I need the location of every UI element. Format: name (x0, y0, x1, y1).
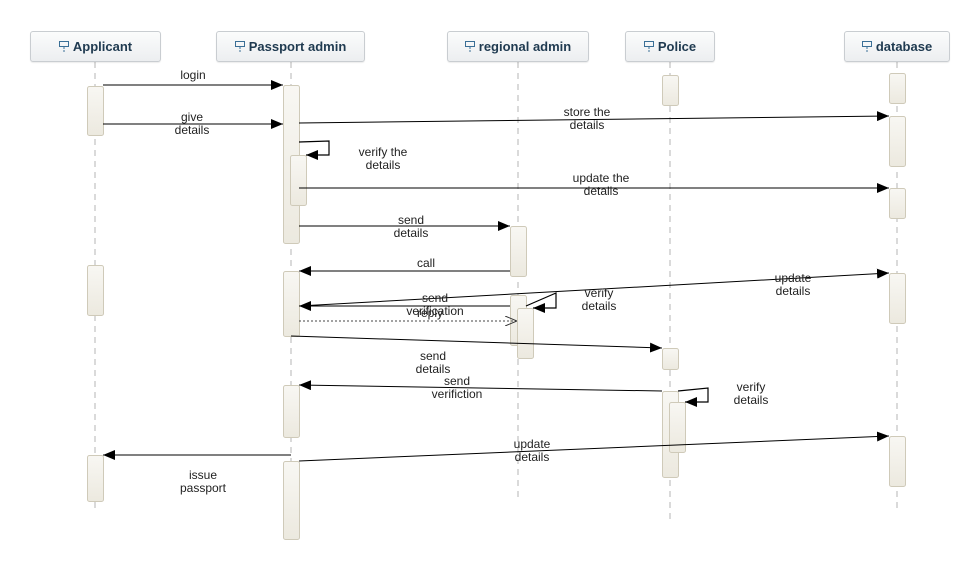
activation-bar-police (662, 348, 679, 370)
lifeline-icon (58, 40, 69, 53)
self-message-arrow-2 (677, 387, 709, 407)
message-label-verify-details-police: verify details (733, 380, 769, 407)
message-label-give-details: give details (174, 110, 210, 137)
message-label-send-details-regional: send details (393, 213, 429, 240)
message-label-issue-passport: issue passport (179, 468, 227, 495)
message-arrow-9 (290, 335, 663, 353)
activation-bar-database (889, 273, 906, 324)
self-message-arrow-1 (525, 292, 557, 313)
activation-bar-passport (283, 271, 300, 337)
activation-bar-regional (517, 308, 534, 359)
activation-bar-passport (283, 461, 300, 540)
lifeline-database[interactable]: database (844, 31, 950, 62)
activation-bar-applicant (87, 265, 104, 316)
message-label-store-details: store the details (563, 105, 611, 132)
message-label-update-the-details: update the details (572, 171, 630, 198)
sequence-diagram (87, 62, 906, 540)
message-label-verify-details-regional: verify details (581, 286, 617, 313)
lifeline-icon (464, 40, 475, 53)
activation-bar-police (662, 75, 679, 106)
lifeline-passport-admin[interactable]: Passport admin (216, 31, 365, 62)
message-label-update-details-1: update details (774, 271, 812, 298)
message-label-verify-the-details: verify the details (358, 145, 408, 172)
message-label-send-details-police: send details (415, 349, 451, 376)
lifeline-label: regional admin (478, 39, 572, 54)
lifeline-icon (861, 40, 872, 53)
lifeline-label: database (875, 39, 933, 54)
message-label-send-verifiction: send verifiction (431, 374, 483, 401)
activation-bar-applicant (87, 455, 104, 502)
lifeline-icon (234, 40, 245, 53)
activation-bar-database (889, 188, 906, 219)
activation-bar-passport (290, 155, 307, 206)
activation-bar-passport (283, 385, 300, 438)
activation-bar-database (889, 436, 906, 487)
activation-bar-database (889, 116, 906, 167)
lifeline-applicant[interactable]: Applicant (30, 31, 161, 62)
lifeline-label: Applicant (72, 39, 133, 54)
message-label-call: call (416, 256, 436, 270)
message-label-login: login (180, 68, 206, 82)
lifeline-label: Passport admin (248, 39, 347, 54)
lifeline-label: Police (657, 39, 697, 54)
message-label-update-details-2: update details (513, 437, 551, 464)
message-arrow-11 (298, 431, 890, 462)
activation-bar-applicant (87, 86, 104, 136)
activation-bar-regional (510, 226, 527, 277)
lifeline-regional-admin[interactable]: regional admin (447, 31, 589, 62)
lifeline-police[interactable]: Police (625, 31, 715, 62)
activation-bar-database (889, 73, 906, 104)
message-label-reply: reply (416, 306, 444, 320)
lifeline-icon (643, 40, 654, 53)
self-message-arrow-0 (298, 140, 330, 160)
